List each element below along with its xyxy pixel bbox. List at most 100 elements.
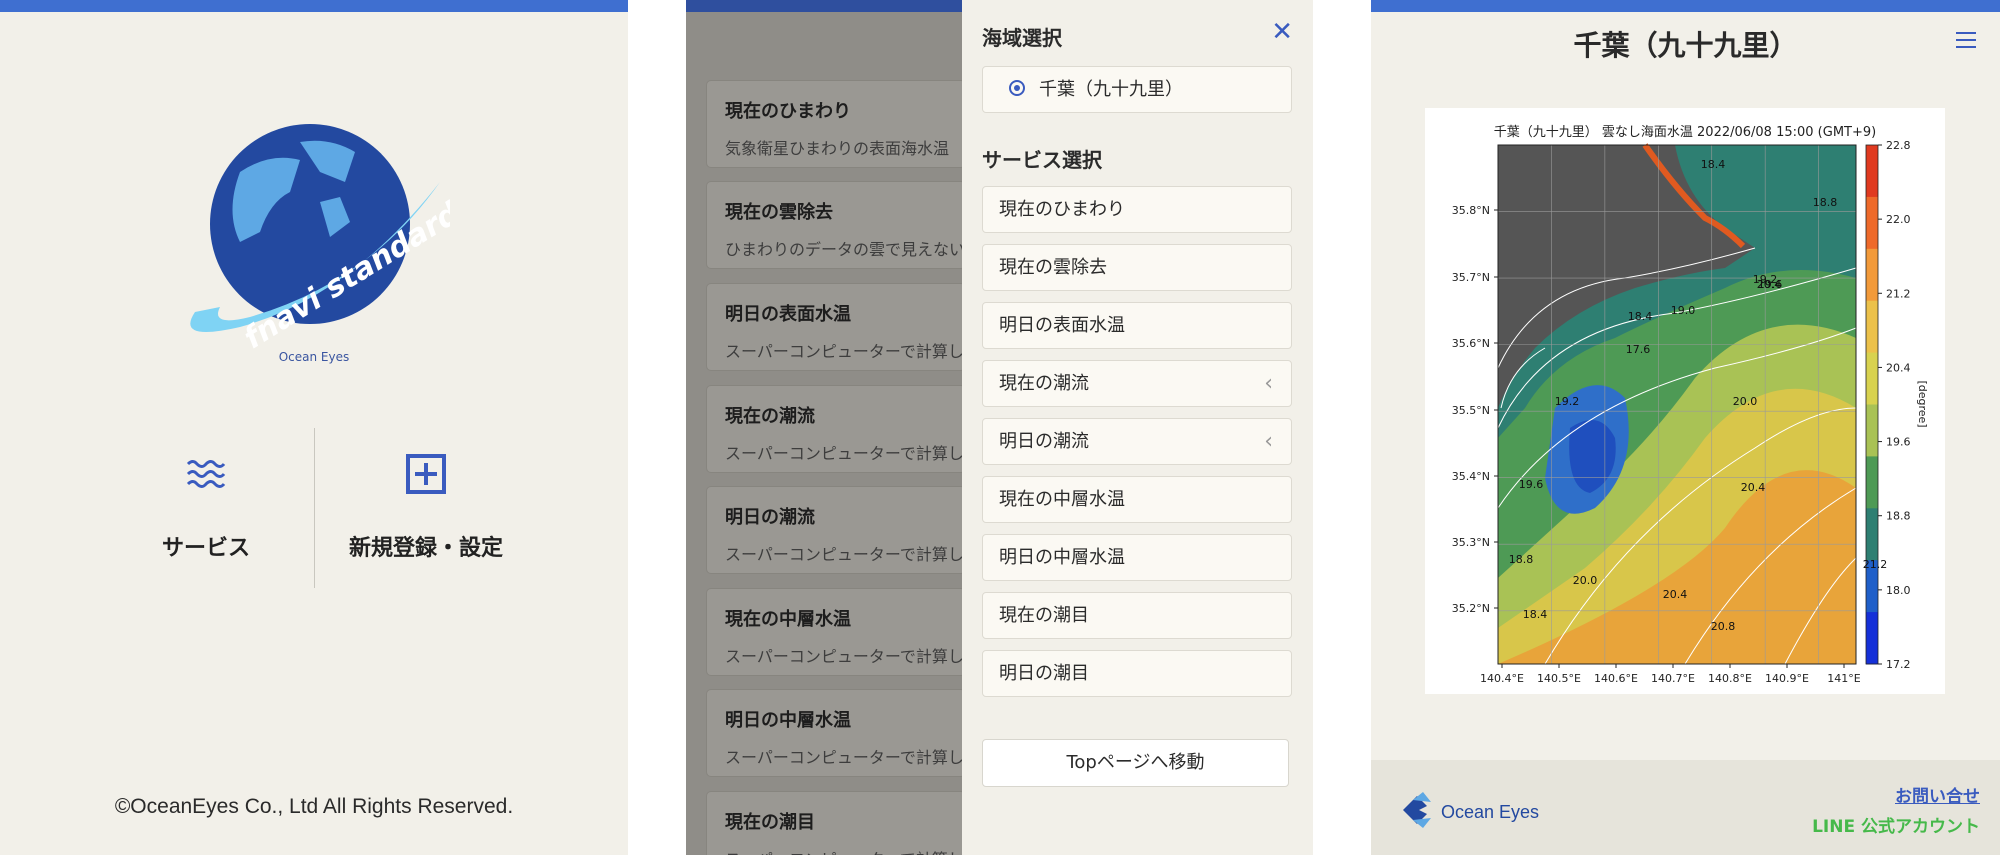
contour-label: 17.6 <box>1626 343 1651 356</box>
card-desc: スーパーコンピューターで計算し <box>725 342 964 361</box>
chevron-left-icon[interactable]: ‹ <box>1264 419 1273 464</box>
bg-service-card: 明日の表面水温スーパーコンピューターで計算し <box>706 283 966 371</box>
line-official-link[interactable]: LINE 公式アカウント <box>1812 812 1980 837</box>
bg-service-card: 現在のひまわり気象衛星ひまわりの表面海水温 <box>706 80 966 168</box>
page-title: 千葉（九十九里） <box>1573 29 1798 62</box>
contour-label: 20.4 <box>1741 481 1766 494</box>
area-heading: 海域選択 <box>982 26 1062 50</box>
y-tick-label: 35.6°N <box>1452 337 1490 350</box>
service-option[interactable]: 現在の潮流 ‹ <box>982 360 1292 407</box>
card-desc: スーパーコンピューターで計算し <box>725 545 964 564</box>
service-option-label: 明日の潮目 <box>999 663 1089 684</box>
x-tick-label: 141°E <box>1827 672 1860 685</box>
y-tick-label: 35.4°N <box>1452 470 1490 483</box>
colorbar-segment <box>1866 248 1878 302</box>
card-desc: スーパーコンピューターで計算し <box>725 748 964 767</box>
service-option-label: 明日の中層水温 <box>999 547 1125 568</box>
contour-label: 19.2 <box>1555 395 1580 408</box>
radio-selected-icon[interactable] <box>1009 80 1025 96</box>
colorbar: 22.8 22.0 21.2 20.4 19.6 18.8 18.0 17.2 <box>1865 139 1911 671</box>
contour-label: 18.8 <box>1509 553 1534 566</box>
contour-label: 18.4 <box>1701 158 1726 171</box>
colorbar-label: [degree] <box>1916 380 1929 427</box>
contour-label: 18.4 <box>1523 608 1548 621</box>
bg-service-card: 明日の潮流 スーパーコンピューターで計算し <box>706 486 966 574</box>
card-title: 現在の雲除去 <box>725 202 833 223</box>
card-title: 現在のひまわり <box>725 101 851 122</box>
service-option-label: 現在の雲除去 <box>999 257 1107 278</box>
card-desc: スーパーコンピューターで計算し <box>725 846 964 855</box>
service-drawer: 海域選択 ✕ 千葉（九十九里） サービス選択 現在のひまわり 現在の雲除去 明日… <box>962 0 1313 855</box>
y-tick-label: 35.5°N <box>1452 404 1490 417</box>
service-option[interactable]: 明日の表面水温 <box>982 302 1292 349</box>
contour-label: 20.4 <box>1663 588 1688 601</box>
map-screen: 千葉（九十九里） 千葉（九十九里） 雲なし海面水温 2022/06/08 15:… <box>1371 0 2000 855</box>
go-top-button[interactable]: Topページへ移動 <box>982 739 1289 787</box>
service-option[interactable]: 現在の中層水温 <box>982 476 1292 523</box>
contour-label: 18.4 <box>1628 310 1653 323</box>
card-desc: ひまわりのデータの雲で見えない <box>725 240 966 259</box>
area-option-label: 千葉（九十九里） <box>1039 79 1183 100</box>
colorbar-segment <box>1866 612 1878 665</box>
service-menu-tile[interactable]: サービス <box>96 430 316 590</box>
menu-divider <box>314 428 315 588</box>
plus-square-icon <box>406 454 446 494</box>
service-option[interactable]: 明日の潮目 <box>982 650 1292 697</box>
colorbar-tick-label: 18.0 <box>1886 584 1911 597</box>
colorbar-segment <box>1866 352 1878 405</box>
chevron-left-icon[interactable]: ‹ <box>1264 361 1273 406</box>
area-option[interactable]: 千葉（九十九里） <box>982 66 1292 113</box>
sst-chart: 千葉（九十九里） 雲なし海面水温 2022/06/08 15:00 (GMT+9… <box>1452 125 1929 685</box>
service-option[interactable]: 現在の潮目 <box>982 592 1292 639</box>
x-tick-label: 140.5°E <box>1537 672 1581 685</box>
x-axis: 140.4°E 140.5°E 140.6°E 140.7°E 140.8°E 140.9… <box>1480 664 1861 685</box>
card-title: 明日の表面水温 <box>725 304 851 325</box>
service-option[interactable]: 現在のひまわり <box>982 186 1292 233</box>
y-tick-label: 35.8°N <box>1452 204 1490 217</box>
contour-label: 20.0 <box>1733 395 1758 408</box>
contour-label: 20.4 <box>1757 278 1782 291</box>
sst-chart-card: 千葉（九十九里） 雲なし海面水温 2022/06/08 15:00 (GMT+9… <box>1425 108 1945 694</box>
hamburger-menu-icon[interactable] <box>1956 32 1976 48</box>
top-accent-bar <box>0 0 628 12</box>
colorbar-tick-label: 22.8 <box>1886 139 1911 152</box>
service-option[interactable]: 現在の雲除去 <box>982 244 1292 291</box>
x-tick-label: 140.7°E <box>1651 672 1695 685</box>
card-desc: スーパーコンピューターで計算し <box>725 444 964 463</box>
x-tick-label: 140.4°E <box>1480 672 1524 685</box>
service-option[interactable]: 明日の中層水温 <box>982 534 1292 581</box>
service-option-label: 現在の中層水温 <box>999 489 1125 510</box>
card-desc: 気象衛星ひまわりの表面海水温 <box>725 139 950 158</box>
colorbar-segment <box>1866 196 1878 250</box>
close-icon[interactable]: ✕ <box>1271 18 1293 46</box>
service-option-label: 明日の表面水温 <box>999 315 1125 336</box>
ocean-eyes-logo: Ocean Eyes <box>1403 792 1539 828</box>
service-label: サービス <box>161 536 250 561</box>
register-settings-tile[interactable]: 新規登録・設定 <box>316 430 536 590</box>
waves-icon <box>186 460 226 488</box>
plot-area <box>1497 143 1857 665</box>
contact-link[interactable]: お問い合せ <box>1895 782 1980 807</box>
bg-service-card: 現在の雲除去ひまわりのデータの雲で見えない <box>706 181 966 269</box>
colorbar-segment <box>1866 508 1878 561</box>
y-tick-label: 35.3°N <box>1452 536 1490 549</box>
bg-service-card: 現在の潮目スーパーコンピューターで計算し <box>706 791 966 855</box>
contour-label: 20.8 <box>1711 620 1736 633</box>
copyright-text: ©OceanEyes Co., Ltd All Rights Reserved. <box>114 795 514 818</box>
chart-title: 千葉（九十九里） 雲なし海面水温 2022/06/08 15:00 (GMT+9… <box>1494 125 1876 140</box>
card-title: 明日の中層水温 <box>725 710 851 731</box>
colorbar-segment <box>1866 404 1878 457</box>
footer-logo-text: Ocean Eyes <box>1441 802 1539 822</box>
fnavi-logo: fnavi standard <box>190 124 450 356</box>
colorbar-segment <box>1866 145 1878 198</box>
x-tick-label: 140.6°E <box>1594 672 1638 685</box>
colorbar-tick-label: 20.4 <box>1886 361 1911 374</box>
service-option[interactable]: 明日の潮流 ‹ <box>982 418 1292 465</box>
colorbar-segment <box>1866 300 1878 354</box>
home-screen: fnavi standard Ocean Eyes サービス 新規登録・設定 ©… <box>0 0 628 855</box>
service-option-label: 現在の潮流 <box>999 373 1089 394</box>
y-axis: 35.8°N 35.7°N 35.6°N 35.5°N 35.4°N 35.3°N 35.2… <box>1452 204 1498 615</box>
bg-service-card: 明日の中層水温スーパーコンピューターで計算し <box>706 689 966 777</box>
colorbar-segment <box>1866 456 1878 509</box>
card-title: 現在の潮流 <box>725 406 815 427</box>
